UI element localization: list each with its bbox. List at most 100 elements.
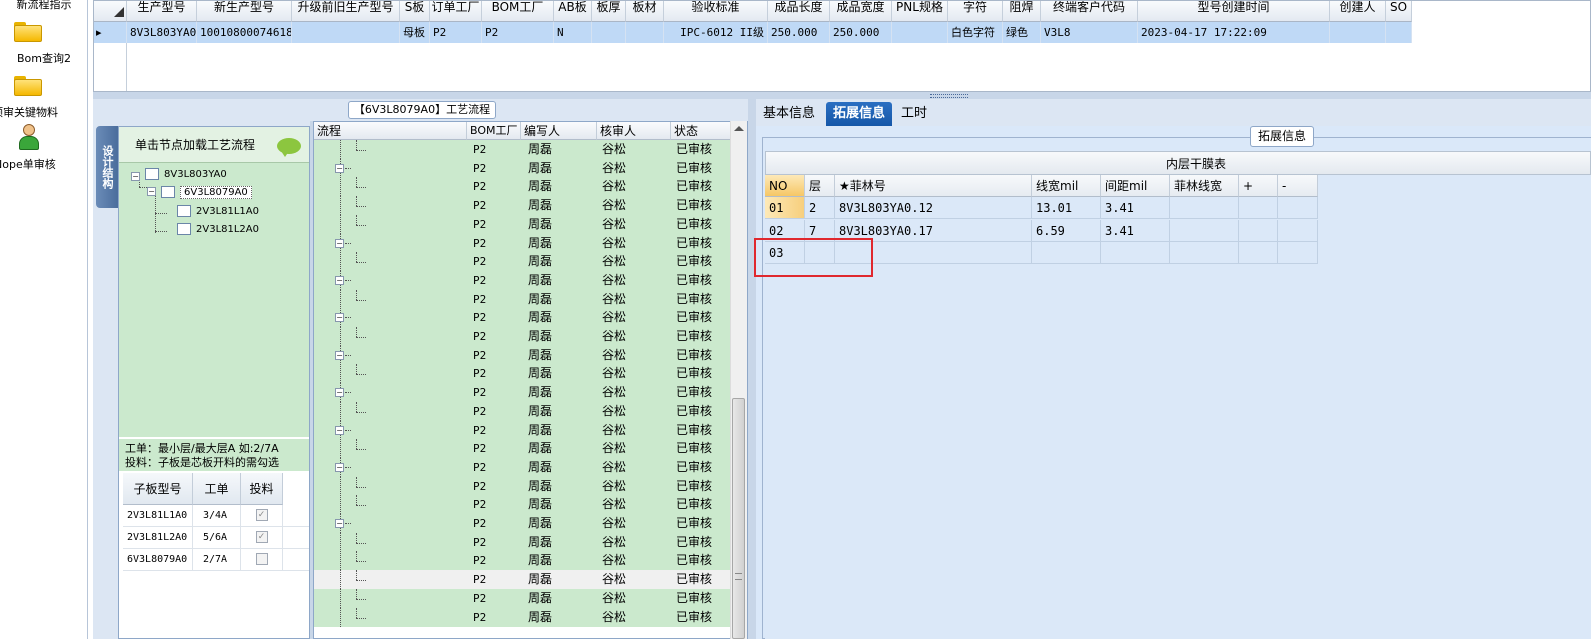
column-header[interactable]: 板厚 [592,1,626,22]
grid-cell[interactable]: 6.59 [1032,219,1101,242]
remove-row-cell[interactable] [1278,242,1318,264]
column-header[interactable]: BOM工厂 [467,122,521,140]
user-icon[interactable] [18,124,40,152]
grid-cell[interactable] [1170,197,1239,219]
column-header[interactable]: 工单 [193,473,241,505]
process-row[interactable]: 阻焊前处理P2周磊谷松已审核 [314,177,732,197]
process-row[interactable]: 板镀2P2周磊谷松已审核 [314,476,732,496]
feed-checkbox[interactable]: ✓ [241,505,283,527]
process-row[interactable]: 内层前处理P2周磊谷松已审核 [314,532,732,552]
column-header[interactable]: 线宽mil [1032,175,1101,197]
tree-node[interactable]: 2V3L81L1A0 [177,205,259,219]
nav-item-key-material[interactable]: 预审关键物料 [0,104,80,120]
grid-cell[interactable]: 3.41 [1101,197,1170,219]
scrollbar-thumb[interactable] [732,398,745,639]
remove-row-cell[interactable] [1278,219,1318,242]
nav-item-new-flow[interactable]: 新流程指示 [0,0,88,10]
column-header[interactable]: 验收标准 [664,1,768,22]
grid-cell[interactable]: IPC-6012 II级 [664,22,768,43]
subboard-model[interactable]: 2V3L81L1A0 [123,505,193,527]
column-header[interactable]: AB板 [554,1,592,22]
grid-cell[interactable]: P2 [430,22,482,43]
collapse-icon[interactable]: − [335,425,344,435]
feed-checkbox[interactable]: ✓ [241,527,283,549]
process-row[interactable]: 减薄铜1P2周磊谷松已审核 [314,327,732,346]
grid-cell[interactable] [1386,22,1412,43]
collapse-icon[interactable]: − [131,172,140,181]
column-header[interactable]: 流程 [314,122,467,140]
process-row[interactable]: −树脂塞孔P2周磊谷松已审核 [314,158,732,178]
process-row[interactable]: −沉铜2P2周磊谷松已审核 [314,383,732,403]
process-row[interactable]: 贴膜P2周磊谷松已审核 [314,551,732,571]
process-row[interactable]: −陶瓷磨板1P2周磊谷松已审核 [314,345,732,365]
grid-cell[interactable] [892,22,948,43]
tab-design-structure[interactable]: 设计结构 [96,126,118,208]
column-header[interactable]: 核审人 [597,122,671,140]
process-row[interactable]: 塞孔AOI1P2周磊谷松已审核 [314,289,732,309]
grid-cell[interactable] [592,22,626,43]
collapse-icon[interactable]: − [335,238,344,248]
splitter-grip[interactable] [930,94,968,98]
checkbox-icon[interactable]: ✓ [255,531,268,543]
process-row[interactable]: 负片电镀P2周磊谷松已审核 [314,140,732,159]
column-header[interactable]: 终端客户代码 [1041,1,1138,22]
process-row[interactable]: 沉铜2P2周磊谷松已审核 [314,401,732,421]
collapse-icon[interactable]: − [335,313,344,323]
subboard-model[interactable]: 2V3L81L2A0 [123,527,193,549]
grid-cell[interactable] [1330,22,1386,43]
grid-cell[interactable] [626,22,664,43]
grid-cell[interactable]: 250.000 [830,22,892,43]
column-header[interactable]: 间距mil [1101,175,1170,197]
process-row[interactable]: 磨板2P2周磊谷松已审核 [314,495,732,515]
collapse-icon[interactable]: − [335,462,344,472]
column-header[interactable]: 成品宽度 [830,1,892,22]
process-row[interactable]: 树脂塞孔P2周磊谷松已审核 [314,196,732,216]
column-header[interactable]: SO [1386,1,1412,22]
folder-icon[interactable] [14,20,42,42]
grid-cell[interactable]: 8V3L803YA0.12 [835,197,1032,219]
subboard-model[interactable]: 6V3L8079A0 [123,549,193,571]
tree-node-selected[interactable]: 6V3L8079A0 [161,186,252,200]
process-row[interactable]: 抛光1P2周磊谷松已审核 [314,364,732,384]
column-header[interactable]: 生产型号 [127,1,197,22]
checkbox-icon[interactable]: ✓ [255,509,268,521]
grid-cell[interactable]: 绿色 [1003,22,1041,43]
column-header[interactable]: 投料 [241,473,283,505]
process-row[interactable]: −陶瓷磨板P2周磊谷松已审核 [314,233,732,253]
grid-cell[interactable]: 2023-04-17 17:22:09 [1138,22,1330,43]
process-row[interactable]: −减薄铜1P2周磊谷松已审核 [314,308,732,328]
process-row[interactable]: −电镀2P2周磊谷松已审核 [314,457,732,477]
grid-cell[interactable]: 250.000 [768,22,830,43]
column-header[interactable]: 订单工厂 [430,1,482,22]
process-row[interactable]: 终固化P2周磊谷松已审核 [314,214,732,234]
tab-extended-info[interactable]: 拓展信息 [826,102,893,126]
collapse-icon[interactable]: − [335,519,344,528]
column-header[interactable]: BOM工厂 [482,1,554,22]
column-header[interactable]: 板材 [626,1,664,22]
tab-basic-info[interactable]: 基本信息 [756,102,822,126]
collapse-icon[interactable]: − [147,187,156,196]
add-row-cell[interactable] [1239,219,1278,242]
subboard-order[interactable]: 3/4A [193,505,241,527]
grid-cell[interactable]: N [554,22,592,43]
grid-cell[interactable]: 2 [805,197,835,219]
process-row[interactable]: −内层图形P2周磊谷松已审核 [314,514,732,533]
process-row[interactable]: 酸性蚀刻P2周磊谷松已审核 [314,607,732,627]
grid-cell[interactable]: 3.41 [1101,219,1170,242]
column-header[interactable]: + [1239,175,1278,197]
column-header[interactable]: 升级前旧生产型号 [292,1,400,22]
subboard-order[interactable]: 5/6A [193,527,241,549]
column-header[interactable]: 编写人 [521,122,597,140]
grid-cell[interactable] [292,22,400,43]
column-header[interactable]: 创建人 [1330,1,1386,22]
collapse-icon[interactable]: − [335,350,344,360]
vertical-splitter[interactable] [748,99,756,639]
grid-cell[interactable] [1170,219,1239,242]
column-header[interactable]: 成品长度 [768,1,830,22]
grid-cell[interactable] [1170,242,1239,264]
checkbox-icon[interactable] [255,553,268,565]
nav-item-nope-review[interactable]: Nope单审核 [0,156,82,172]
grid-cell[interactable]: P2 [482,22,554,43]
tree-node[interactable]: 2V3L81L2A0 [177,223,259,237]
column-header[interactable]: ★菲林号 [835,175,1032,197]
